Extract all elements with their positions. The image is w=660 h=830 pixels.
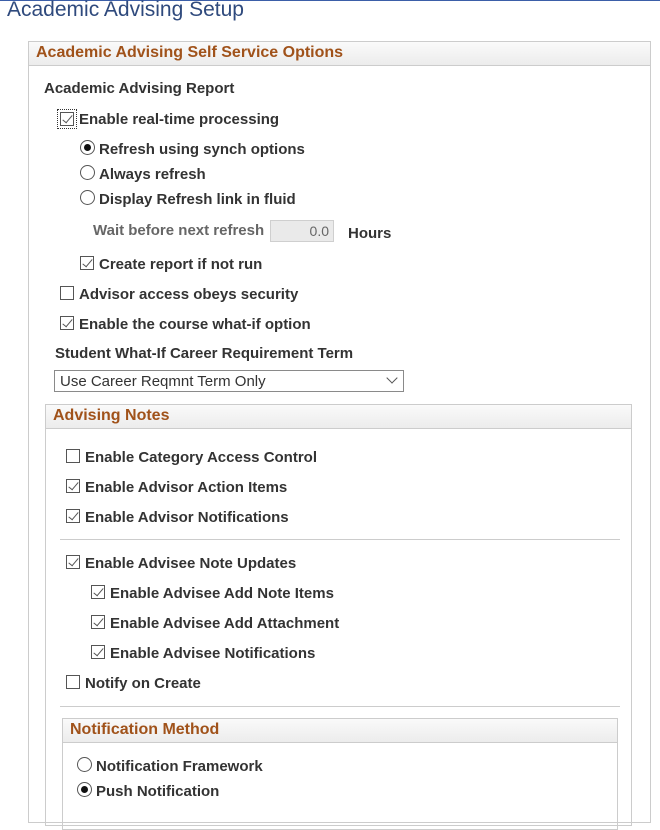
always-refresh-radio[interactable] <box>80 165 95 180</box>
create-report-checkbox[interactable] <box>80 256 94 270</box>
display-refresh-link-label: Display Refresh link in fluid <box>99 191 296 208</box>
push-notification-label: Push Notification <box>96 783 220 800</box>
section-divider <box>60 539 620 540</box>
section-divider <box>60 706 620 707</box>
advisee-updates-label: Enable Advisee Note Updates <box>85 555 297 572</box>
category-access-checkbox[interactable] <box>66 449 80 463</box>
enable-realtime-label: Enable real-time processing <box>79 111 280 128</box>
advisor-notifications-label: Enable Advisor Notifications <box>85 509 289 526</box>
self-service-options-title: Academic Advising Self Service Options <box>36 44 344 61</box>
notification-framework-radio[interactable] <box>77 757 92 772</box>
notification-method-title: Notification Method <box>70 721 220 738</box>
career-term-label: Student What-If Career Requirement Term <box>55 345 354 362</box>
page-title: Academic Advising Setup <box>7 0 244 21</box>
create-report-label: Create report if not run <box>99 256 263 273</box>
advisee-add-items-label: Enable Advisee Add Note Items <box>110 585 334 602</box>
advisee-attachment-checkbox[interactable] <box>91 615 105 629</box>
advisee-add-items-checkbox[interactable] <box>91 585 105 599</box>
what-if-checkbox[interactable] <box>60 316 74 330</box>
career-term-select[interactable]: Use Career Reqmnt Term Only <box>54 370 404 392</box>
wait-refresh-label: Wait before next refresh <box>93 222 265 239</box>
notification-framework-label: Notification Framework <box>96 758 263 775</box>
wait-refresh-unit: Hours <box>348 225 392 242</box>
career-term-value: Use Career Reqmnt Term Only <box>60 373 266 390</box>
advisee-notifications-checkbox[interactable] <box>91 645 105 659</box>
category-access-label: Enable Category Access Control <box>85 449 318 466</box>
chevron-down-icon <box>386 372 398 384</box>
notify-on-create-checkbox[interactable] <box>66 675 80 689</box>
enable-realtime-checkbox[interactable] <box>57 109 77 129</box>
advisor-access-checkbox[interactable] <box>60 286 74 300</box>
advisee-attachment-label: Enable Advisee Add Attachment <box>110 615 340 632</box>
notify-on-create-label: Notify on Create <box>85 675 201 692</box>
self-service-options-header: Academic Advising Self Service Options <box>29 42 650 66</box>
notification-method-header: Notification Method <box>63 719 617 743</box>
refresh-synch-radio[interactable] <box>80 140 95 155</box>
display-refresh-link-radio[interactable] <box>80 190 95 205</box>
advisee-notifications-label: Enable Advisee Notifications <box>110 645 316 662</box>
push-notification-radio[interactable] <box>77 782 92 797</box>
advisee-updates-checkbox[interactable] <box>66 555 80 569</box>
what-if-label: Enable the course what-if option <box>79 316 311 333</box>
advising-notes-header: Advising Notes <box>46 405 631 429</box>
wait-refresh-input[interactable]: 0.0 <box>270 220 334 242</box>
advisor-access-label: Advisor access obeys security <box>79 286 299 303</box>
action-items-checkbox[interactable] <box>66 479 80 493</box>
action-items-label: Enable Advisor Action Items <box>85 479 288 496</box>
advising-notes-title: Advising Notes <box>53 407 170 424</box>
refresh-synch-label: Refresh using synch options <box>99 141 305 158</box>
academic-advising-report-label: Academic Advising Report <box>44 80 235 97</box>
advisor-notifications-checkbox[interactable] <box>66 509 80 523</box>
always-refresh-label: Always refresh <box>99 166 206 183</box>
